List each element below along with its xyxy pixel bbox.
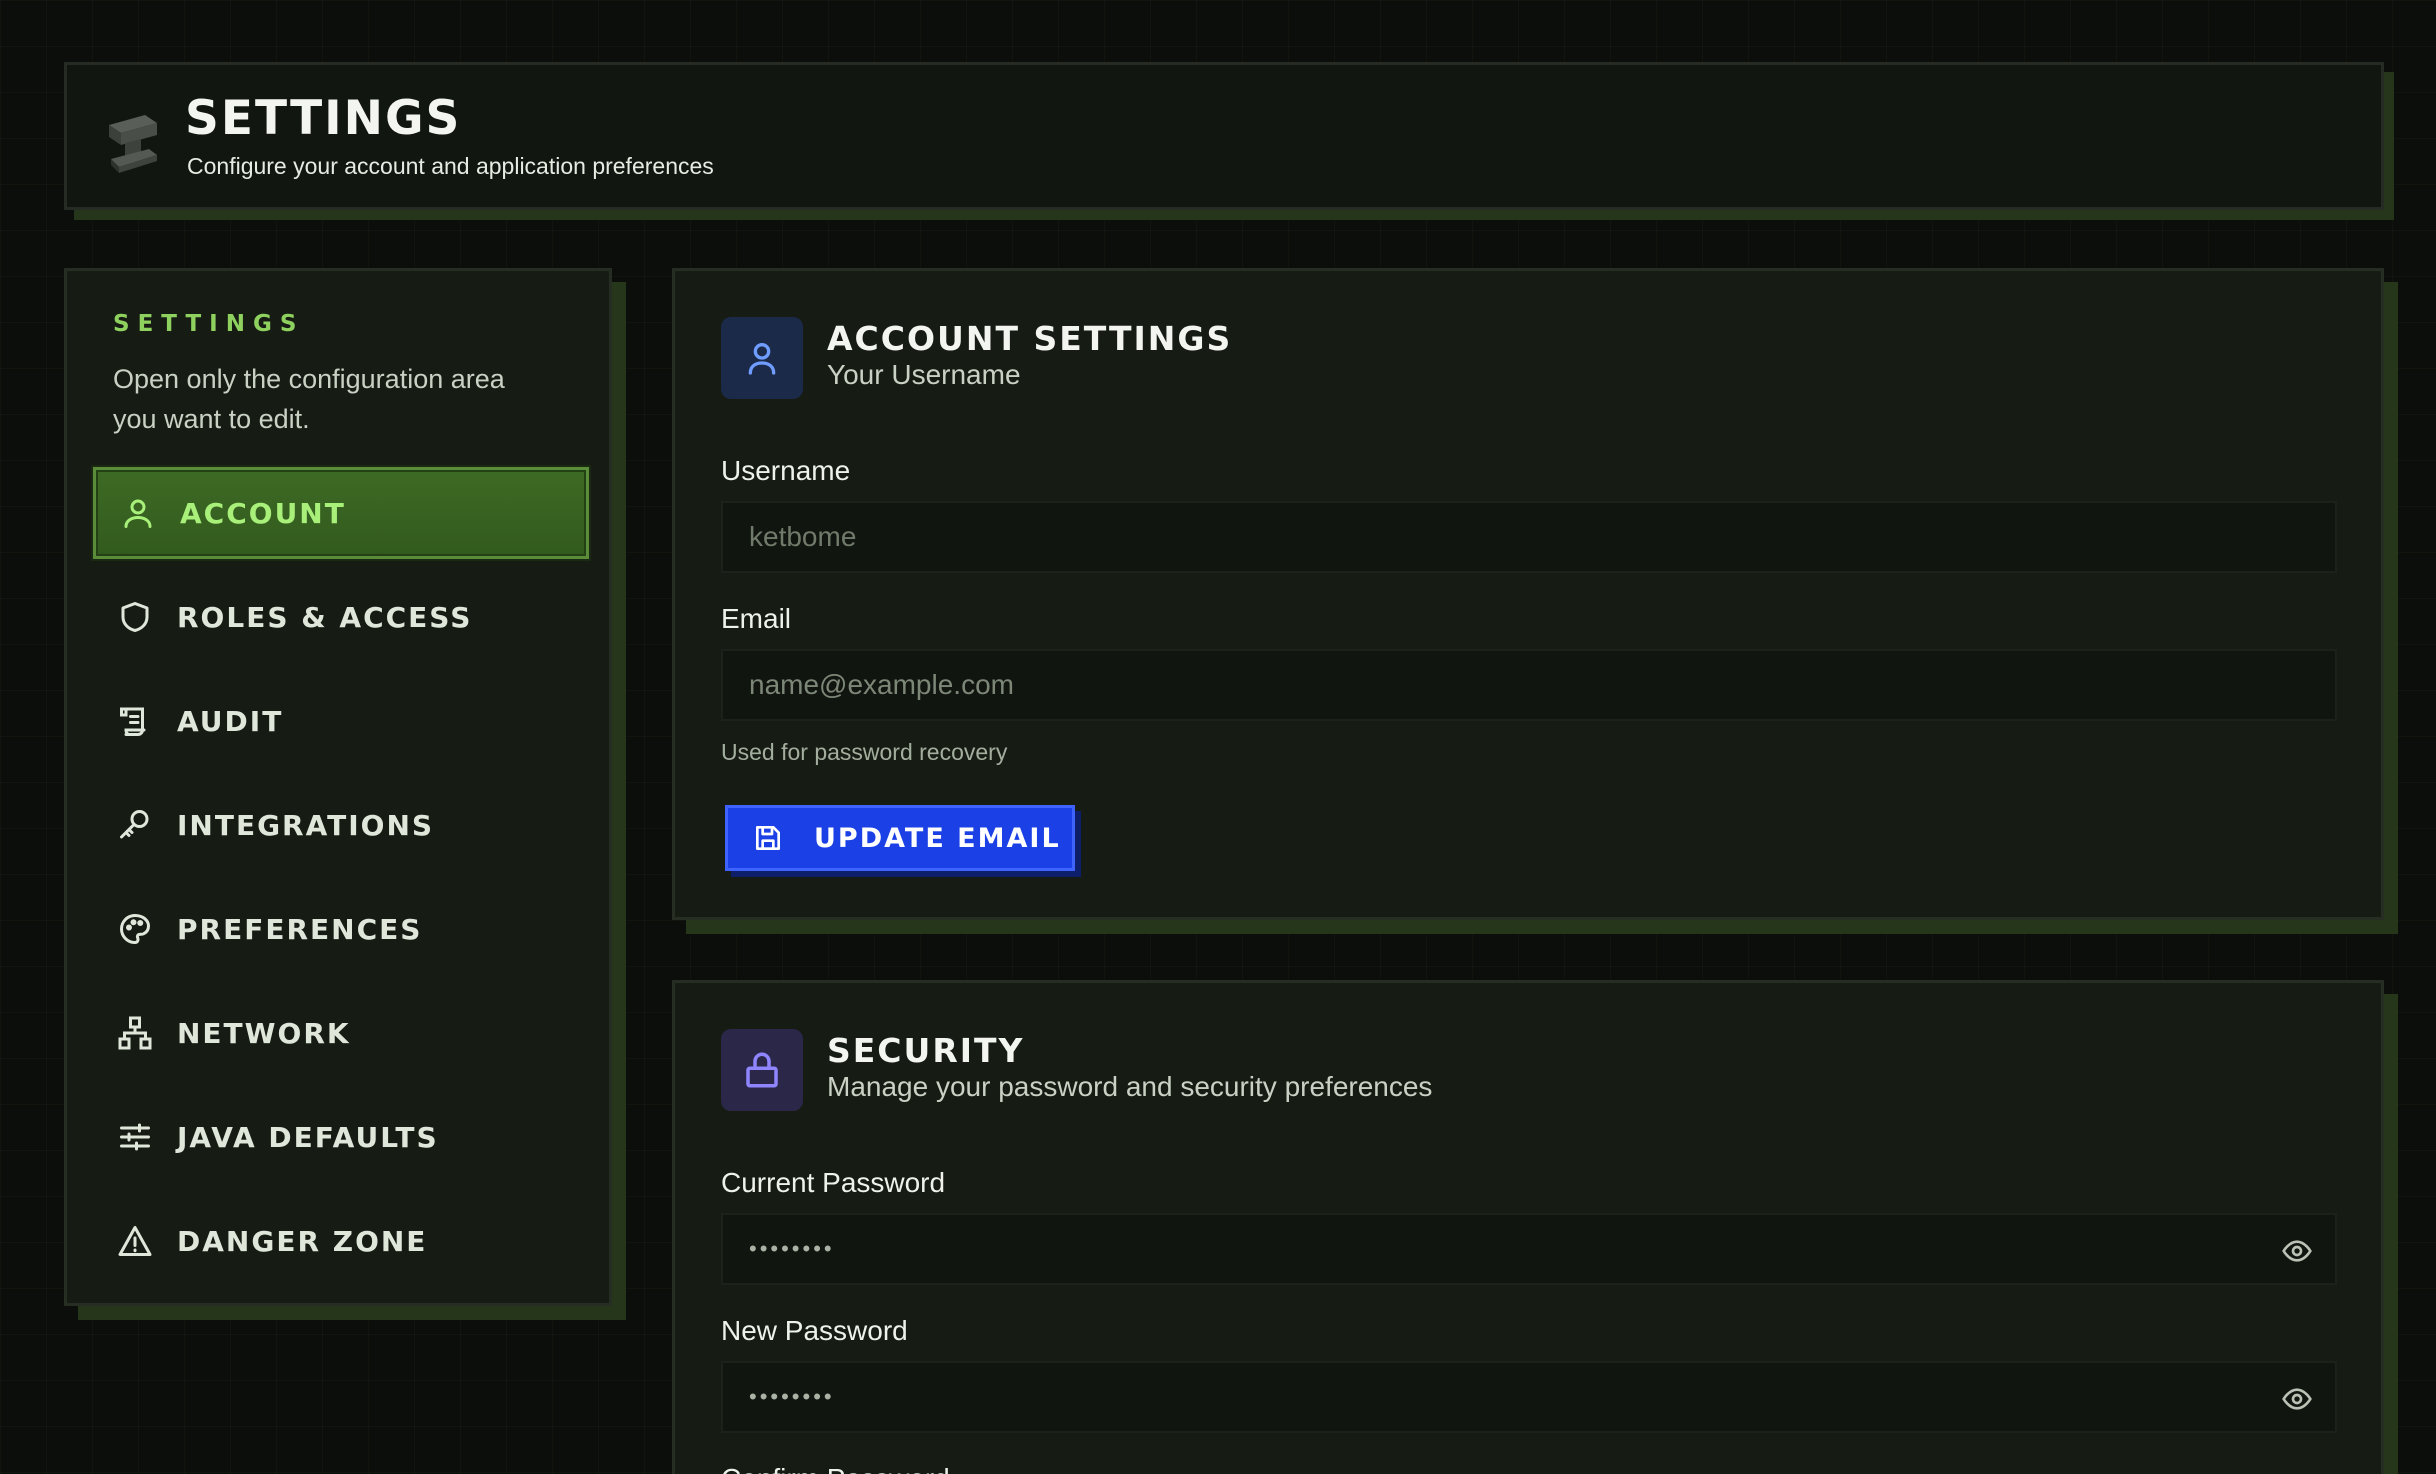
user-icon bbox=[124, 499, 152, 528]
security-icon-box bbox=[721, 1029, 803, 1111]
sidebar-item-label: PREFERENCES bbox=[177, 912, 423, 946]
sidebar-heading: SETTINGS bbox=[113, 311, 305, 337]
sidebar-description: Open only the configuration area you wan… bbox=[113, 364, 505, 434]
security-title: SECURITY bbox=[827, 1031, 1025, 1070]
current-password-value: •••••••• bbox=[749, 1236, 835, 1261]
confirm-password-label: Confirm Password bbox=[721, 1463, 950, 1474]
security-subtitle: Manage your password and security prefer… bbox=[827, 1071, 1433, 1102]
sidebar-item-label: ROLES & ACCESS bbox=[177, 600, 473, 634]
key-icon bbox=[120, 810, 149, 839]
sidebar-item-danger-zone[interactable]: DANGER ZONE bbox=[93, 1195, 589, 1287]
account-icon-box bbox=[721, 317, 803, 399]
sidebar-item-label: AUDIT bbox=[177, 704, 284, 738]
email-label: Email bbox=[721, 603, 792, 634]
sidebar-item-label: ACCOUNT bbox=[180, 496, 346, 530]
current-password-field[interactable]: •••••••• bbox=[721, 1213, 2337, 1285]
sidebar-item-audit[interactable]: AUDIT bbox=[93, 675, 589, 767]
new-password-label: New Password bbox=[721, 1315, 908, 1346]
sidebar-item-label: DANGER ZONE bbox=[177, 1224, 428, 1258]
eye-icon[interactable] bbox=[2281, 1383, 2313, 1415]
username-label: Username bbox=[721, 455, 851, 486]
palette-icon bbox=[120, 913, 151, 945]
update-email-button[interactable]: UPDATE EMAIL bbox=[725, 805, 1075, 871]
scroll-icon bbox=[120, 707, 146, 736]
security-panel: SECURITY Manage your password and securi… bbox=[672, 980, 2384, 1474]
user-icon bbox=[748, 343, 776, 375]
email-field[interactable]: name@example.com bbox=[721, 649, 2337, 721]
username-field[interactable]: ketbome bbox=[721, 501, 2337, 573]
new-password-field[interactable]: •••••••• bbox=[721, 1361, 2337, 1433]
anvil-logo-icon bbox=[109, 115, 157, 173]
sidebar-item-label: JAVA DEFAULTS bbox=[177, 1120, 439, 1154]
settings-sidebar: SETTINGS Open only the configuration are… bbox=[64, 268, 612, 1306]
page-title: SETTINGS bbox=[185, 91, 462, 146]
sidebar-item-label: INTEGRATIONS bbox=[177, 808, 435, 842]
page-header: SETTINGS Configure your account and appl… bbox=[64, 62, 2384, 210]
update-email-label: UPDATE EMAIL bbox=[814, 822, 1061, 854]
new-password-value: •••••••• bbox=[749, 1384, 835, 1409]
sidebar-item-integrations[interactable]: INTEGRATIONS bbox=[93, 779, 589, 871]
warning-icon bbox=[118, 1226, 152, 1256]
sidebar-item-label: NETWORK bbox=[177, 1016, 351, 1050]
shield-icon bbox=[121, 602, 149, 632]
account-settings-panel: ACCOUNT SETTINGS Your Username Username … bbox=[672, 268, 2384, 920]
sidebar-item-java-defaults[interactable]: JAVA DEFAULTS bbox=[93, 1091, 589, 1183]
lock-icon bbox=[746, 1052, 778, 1088]
page-subtitle: Configure your account and application p… bbox=[187, 153, 714, 179]
sliders-icon bbox=[120, 1123, 150, 1151]
email-help-text: Used for password recovery bbox=[721, 739, 1008, 765]
sidebar-item-account[interactable]: ACCOUNT bbox=[93, 467, 589, 559]
sidebar-item-network[interactable]: NETWORK bbox=[93, 987, 589, 1079]
eye-icon[interactable] bbox=[2281, 1235, 2313, 1267]
current-password-label: Current Password bbox=[721, 1167, 946, 1198]
sidebar-item-preferences[interactable]: PREFERENCES bbox=[93, 883, 589, 975]
account-settings-title: ACCOUNT SETTINGS bbox=[827, 319, 1233, 358]
account-settings-subtitle: Your Username bbox=[827, 359, 1021, 390]
sidebar-item-roles-access[interactable]: ROLES & ACCESS bbox=[93, 571, 589, 663]
save-icon bbox=[756, 826, 780, 850]
network-icon bbox=[118, 1016, 152, 1050]
